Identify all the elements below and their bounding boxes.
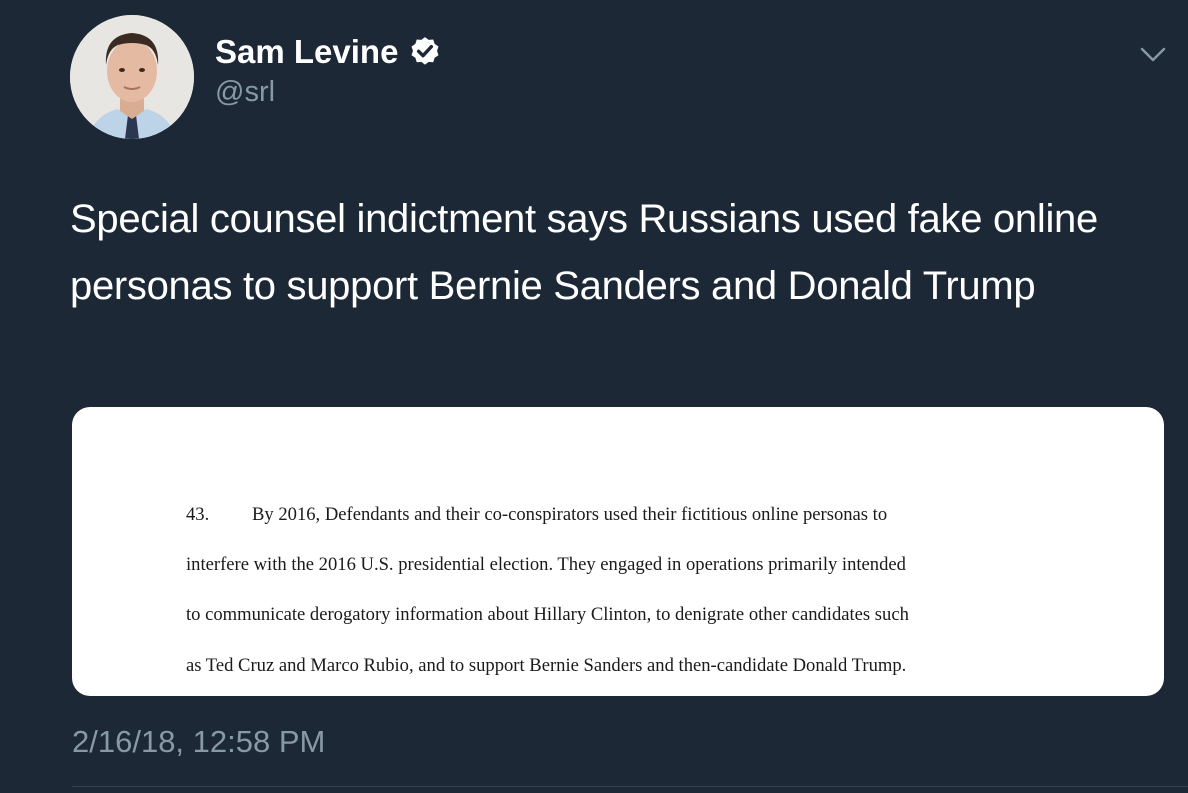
document-line: to communicate derogatory information ab… (186, 604, 909, 625)
document-line: interfere with the 2016 U.S. presidentia… (186, 554, 906, 575)
tweet-timestamp[interactable]: 2/16/18, 12:58 PM (72, 724, 325, 760)
paragraph-number: 43. (186, 504, 210, 525)
tweet-media-image[interactable]: 43. By 2016, Defendants and their co-cons… (72, 407, 1164, 696)
user-display-name[interactable]: Sam Levine (215, 33, 398, 71)
tweet-text: Special counsel indictment says Russians… (70, 197, 1098, 308)
verified-badge-icon (408, 35, 442, 69)
avatar[interactable] (70, 15, 194, 139)
user-handle[interactable]: @srl (215, 76, 275, 109)
chevron-down-icon[interactable] (1138, 44, 1168, 66)
document-line-text: By 2016, Defendants and their co-conspir… (252, 504, 888, 525)
user-display-name-row[interactable]: Sam Levine (215, 33, 442, 71)
avatar-image (70, 15, 194, 139)
document-line: as Ted Cruz and Marco Rubio, and to supp… (186, 655, 907, 676)
document-line: 43. By 2016, Defendants and their co-cons… (186, 504, 887, 526)
divider (72, 786, 1188, 787)
